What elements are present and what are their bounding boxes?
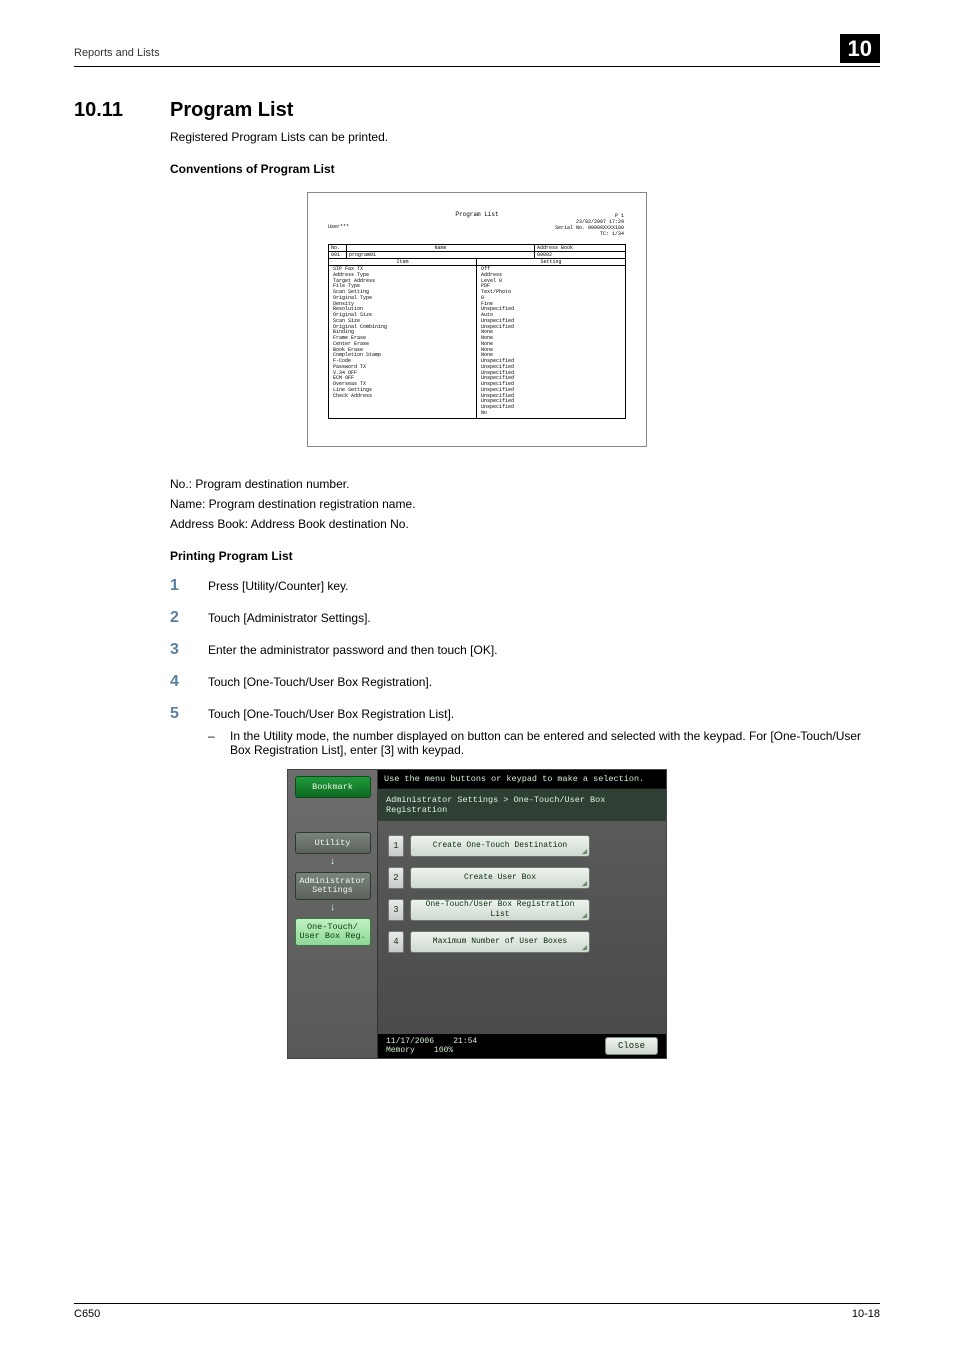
step-text: Touch [One-Touch/User Box Registration].: [208, 675, 880, 689]
section-number: 10.11: [74, 99, 144, 122]
nav-onetouch-userbox[interactable]: One-Touch/ User Box Reg.: [295, 918, 371, 946]
printing-heading: Printing Program List: [170, 549, 880, 563]
arrow-down-icon: ↓: [329, 906, 335, 912]
menu-button[interactable]: Maximum Number of User Boxes: [410, 931, 590, 953]
step-number: 1: [170, 577, 188, 595]
step-text: Press [Utility/Counter] key.: [208, 579, 880, 593]
def-addr: Address Book: Address Book destination N…: [170, 517, 880, 531]
intro-text: Registered Program Lists can be printed.: [170, 130, 880, 144]
nav-admin-settings[interactable]: Administrator Settings: [295, 872, 371, 900]
step-item: 3 Enter the administrator password and th…: [170, 641, 880, 659]
menu-button[interactable]: One-Touch/User Box Registration List: [410, 899, 590, 921]
nav-utility[interactable]: Utility: [295, 832, 371, 854]
def-no: No.: Program destination number.: [170, 477, 880, 491]
menu-button[interactable]: Create One-Touch Destination: [410, 835, 590, 857]
footer-model: C650: [74, 1308, 100, 1320]
chapter-number: 10: [840, 36, 880, 62]
menu-item: 1 Create One-Touch Destination: [388, 835, 656, 857]
menu-item: 4 Maximum Number of User Boxes: [388, 931, 656, 953]
step-number: 4: [170, 673, 188, 691]
touchscreen-status: 11/17/2006 21:54 Memory 100%: [386, 1037, 477, 1055]
def-name: Name: Program destination registration n…: [170, 497, 880, 511]
step-item: 2 Touch [Administrator Settings].: [170, 609, 880, 627]
step-text: Enter the administrator password and the…: [208, 643, 880, 657]
section-title: Program List: [170, 99, 293, 122]
step-number: 3: [170, 641, 188, 659]
conventions-heading: Conventions of Program List: [170, 162, 880, 176]
bookmark-button[interactable]: Bookmark: [295, 776, 371, 798]
sample-item-body: SIP Fax TXAddress TypeTarget AddressFile…: [328, 266, 626, 419]
sample-data-row: 001 program01 00002: [328, 252, 626, 259]
report-sample-figure: Program List P 1 23/02/2007 17:29 Serial…: [307, 192, 647, 447]
menu-button[interactable]: Create User Box: [410, 867, 590, 889]
step-item: 1 Press [Utility/Counter] key.: [170, 577, 880, 595]
menu-item: 2 Create User Box: [388, 867, 656, 889]
menu-number-box[interactable]: 2: [388, 867, 404, 889]
menu-number-box[interactable]: 3: [388, 899, 404, 921]
touchscreen-figure: Bookmark Utility ↓ Administrator Setting…: [287, 769, 667, 1059]
step-number: 5: [170, 705, 188, 723]
menu-number-box[interactable]: 1: [388, 835, 404, 857]
sample-item-heading: Item Setting: [328, 259, 626, 266]
header-breadcrumb: Reports and Lists: [74, 47, 840, 59]
sample-header-row: No. Name Address Book: [328, 244, 626, 252]
step-text: Touch [One-Touch/User Box Registration L…: [208, 707, 880, 721]
step-item: 4 Touch [One-Touch/User Box Registration]…: [170, 673, 880, 691]
close-button[interactable]: Close: [605, 1037, 658, 1055]
step-number: 2: [170, 609, 188, 627]
step-item: 5 Touch [One-Touch/User Box Registration …: [170, 705, 880, 723]
menu-item: 3 One-Touch/User Box Registration List: [388, 899, 656, 921]
menu-number-box[interactable]: 4: [388, 931, 404, 953]
touchscreen-instruction: Use the menu buttons or keypad to make a…: [378, 770, 666, 788]
sample-meta: P 1 23/02/2007 17:29 Serial No. 00000XXX…: [555, 213, 624, 237]
arrow-down-icon: ↓: [329, 860, 335, 866]
footer-page: 10-18: [852, 1308, 880, 1320]
touchscreen-breadcrumb: Administrator Settings > One-Touch/User …: [378, 788, 666, 821]
step5-note: – In the Utility mode, the number displa…: [208, 729, 880, 757]
step-text: Touch [Administrator Settings].: [208, 611, 880, 625]
touchscreen-nav: Bookmark Utility ↓ Administrator Setting…: [288, 770, 378, 1058]
